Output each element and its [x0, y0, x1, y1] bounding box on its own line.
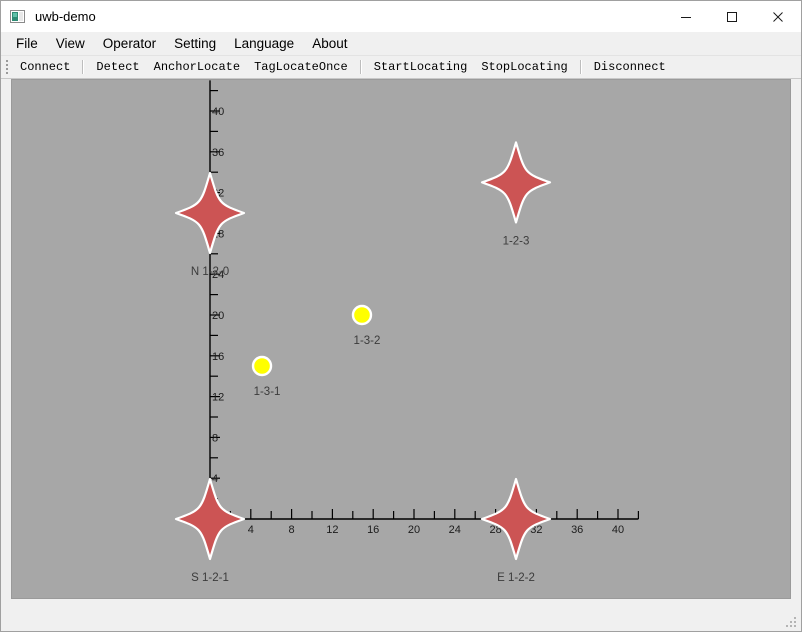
- anchor-label: N 1-2-0: [191, 266, 229, 278]
- menu-item-file[interactable]: File: [7, 34, 47, 53]
- maximize-icon: [727, 11, 737, 22]
- stop-locating-button[interactable]: StopLocating: [474, 58, 574, 76]
- anchor-star-icon: [174, 477, 246, 561]
- maximize-button[interactable]: [709, 1, 755, 32]
- anchor-star-icon: [480, 141, 552, 224]
- menu-item-about[interactable]: About: [303, 34, 356, 53]
- tag-circle-icon: [351, 304, 373, 326]
- anchor-locate-button[interactable]: AnchorLocate: [147, 58, 247, 76]
- window-resize-grip[interactable]: [785, 616, 798, 629]
- y-axis-tick-label: 8: [212, 432, 218, 444]
- anchor-node: S 1-2-1: [174, 477, 246, 584]
- minimize-button[interactable]: [663, 1, 709, 32]
- toolbar-drag-handle[interactable]: [3, 59, 11, 75]
- close-icon: [773, 11, 783, 22]
- x-axis-tick-label: 20: [408, 524, 420, 536]
- toolbar-separator: [359, 60, 362, 74]
- x-axis-tick-label: 4: [248, 524, 254, 536]
- window-controls: [663, 1, 801, 32]
- toolbar: Connect Detect AnchorLocate TagLocateOnc…: [1, 55, 801, 79]
- x-axis-tick-label: 12: [326, 524, 338, 536]
- tag-label: 1-3-1: [254, 386, 281, 398]
- y-axis-tick-label: 36: [212, 147, 224, 159]
- y-axis-tick-label: 40: [212, 106, 224, 118]
- x-axis-tick-label: 8: [289, 524, 295, 536]
- uwb-position-plot[interactable]: 4 8 12 16 20 24 28 32 36 40 4 8 12 16 20 24 28 32 36 40 S 1…: [11, 79, 791, 599]
- plot-svg: 4 8 12 16 20 24 28 32 36 40481216202428323640 S 1…: [174, 80, 640, 584]
- y-axis-tick-label: 16: [212, 351, 224, 363]
- nodes-group: S 1-2-1 N 1-2-0 E 1-2-2 1-2-3 1-3-1 1-3-2: [174, 141, 552, 584]
- menu-bar: File View Operator Setting Language Abou…: [1, 32, 801, 55]
- anchor-label: S 1-2-1: [191, 572, 229, 584]
- anchor-label: E 1-2-2: [497, 572, 535, 584]
- plot-area-container: 4 8 12 16 20 24 28 32 36 40 4 8 12 16 20 24 28 32 36 40 S 1…: [1, 79, 801, 631]
- x-axis-tick-label: 24: [449, 524, 461, 536]
- toolbar-separator: [579, 60, 582, 74]
- minimize-icon: [681, 16, 691, 18]
- start-locating-button[interactable]: StartLocating: [367, 58, 475, 76]
- toolbar-separator: [82, 60, 85, 74]
- menu-item-view[interactable]: View: [47, 34, 94, 53]
- tag-node: 1-3-1: [251, 355, 281, 398]
- application-window: uwb-demo File View Operator Setting Lang…: [0, 0, 802, 632]
- y-axis-tick-label: 20: [212, 310, 224, 322]
- menu-item-setting[interactable]: Setting: [165, 34, 225, 53]
- tag-label: 1-3-2: [354, 335, 381, 347]
- anchor-star-icon: [480, 477, 552, 561]
- menu-item-operator[interactable]: Operator: [94, 34, 165, 53]
- anchor-star-icon: [174, 171, 246, 255]
- disconnect-button[interactable]: Disconnect: [587, 58, 673, 76]
- tag-circle-icon: [251, 355, 273, 377]
- window-title: uwb-demo: [35, 9, 96, 24]
- connect-button[interactable]: Connect: [13, 58, 77, 76]
- anchor-node: 1-2-3: [480, 141, 552, 247]
- tag-node: 1-3-2: [351, 304, 381, 347]
- menu-item-language[interactable]: Language: [225, 34, 303, 53]
- app-window-icon: [10, 9, 26, 25]
- axes-group: 4 8 12 16 20 24 28 32 36 40481216202428323640: [209, 80, 640, 536]
- x-axis-tick-label: 16: [367, 524, 379, 536]
- y-axis-tick-label: 12: [212, 392, 224, 404]
- close-button[interactable]: [755, 1, 801, 32]
- anchor-label: 1-2-3: [503, 235, 530, 247]
- detect-button[interactable]: Detect: [89, 58, 146, 76]
- y-axis-tick-label: 4: [212, 473, 218, 485]
- x-axis-tick-label: 36: [571, 524, 583, 536]
- tag-locate-once-button[interactable]: TagLocateOnce: [247, 58, 355, 76]
- title-bar: uwb-demo: [1, 1, 801, 32]
- x-axis-tick-label: 40: [612, 524, 624, 536]
